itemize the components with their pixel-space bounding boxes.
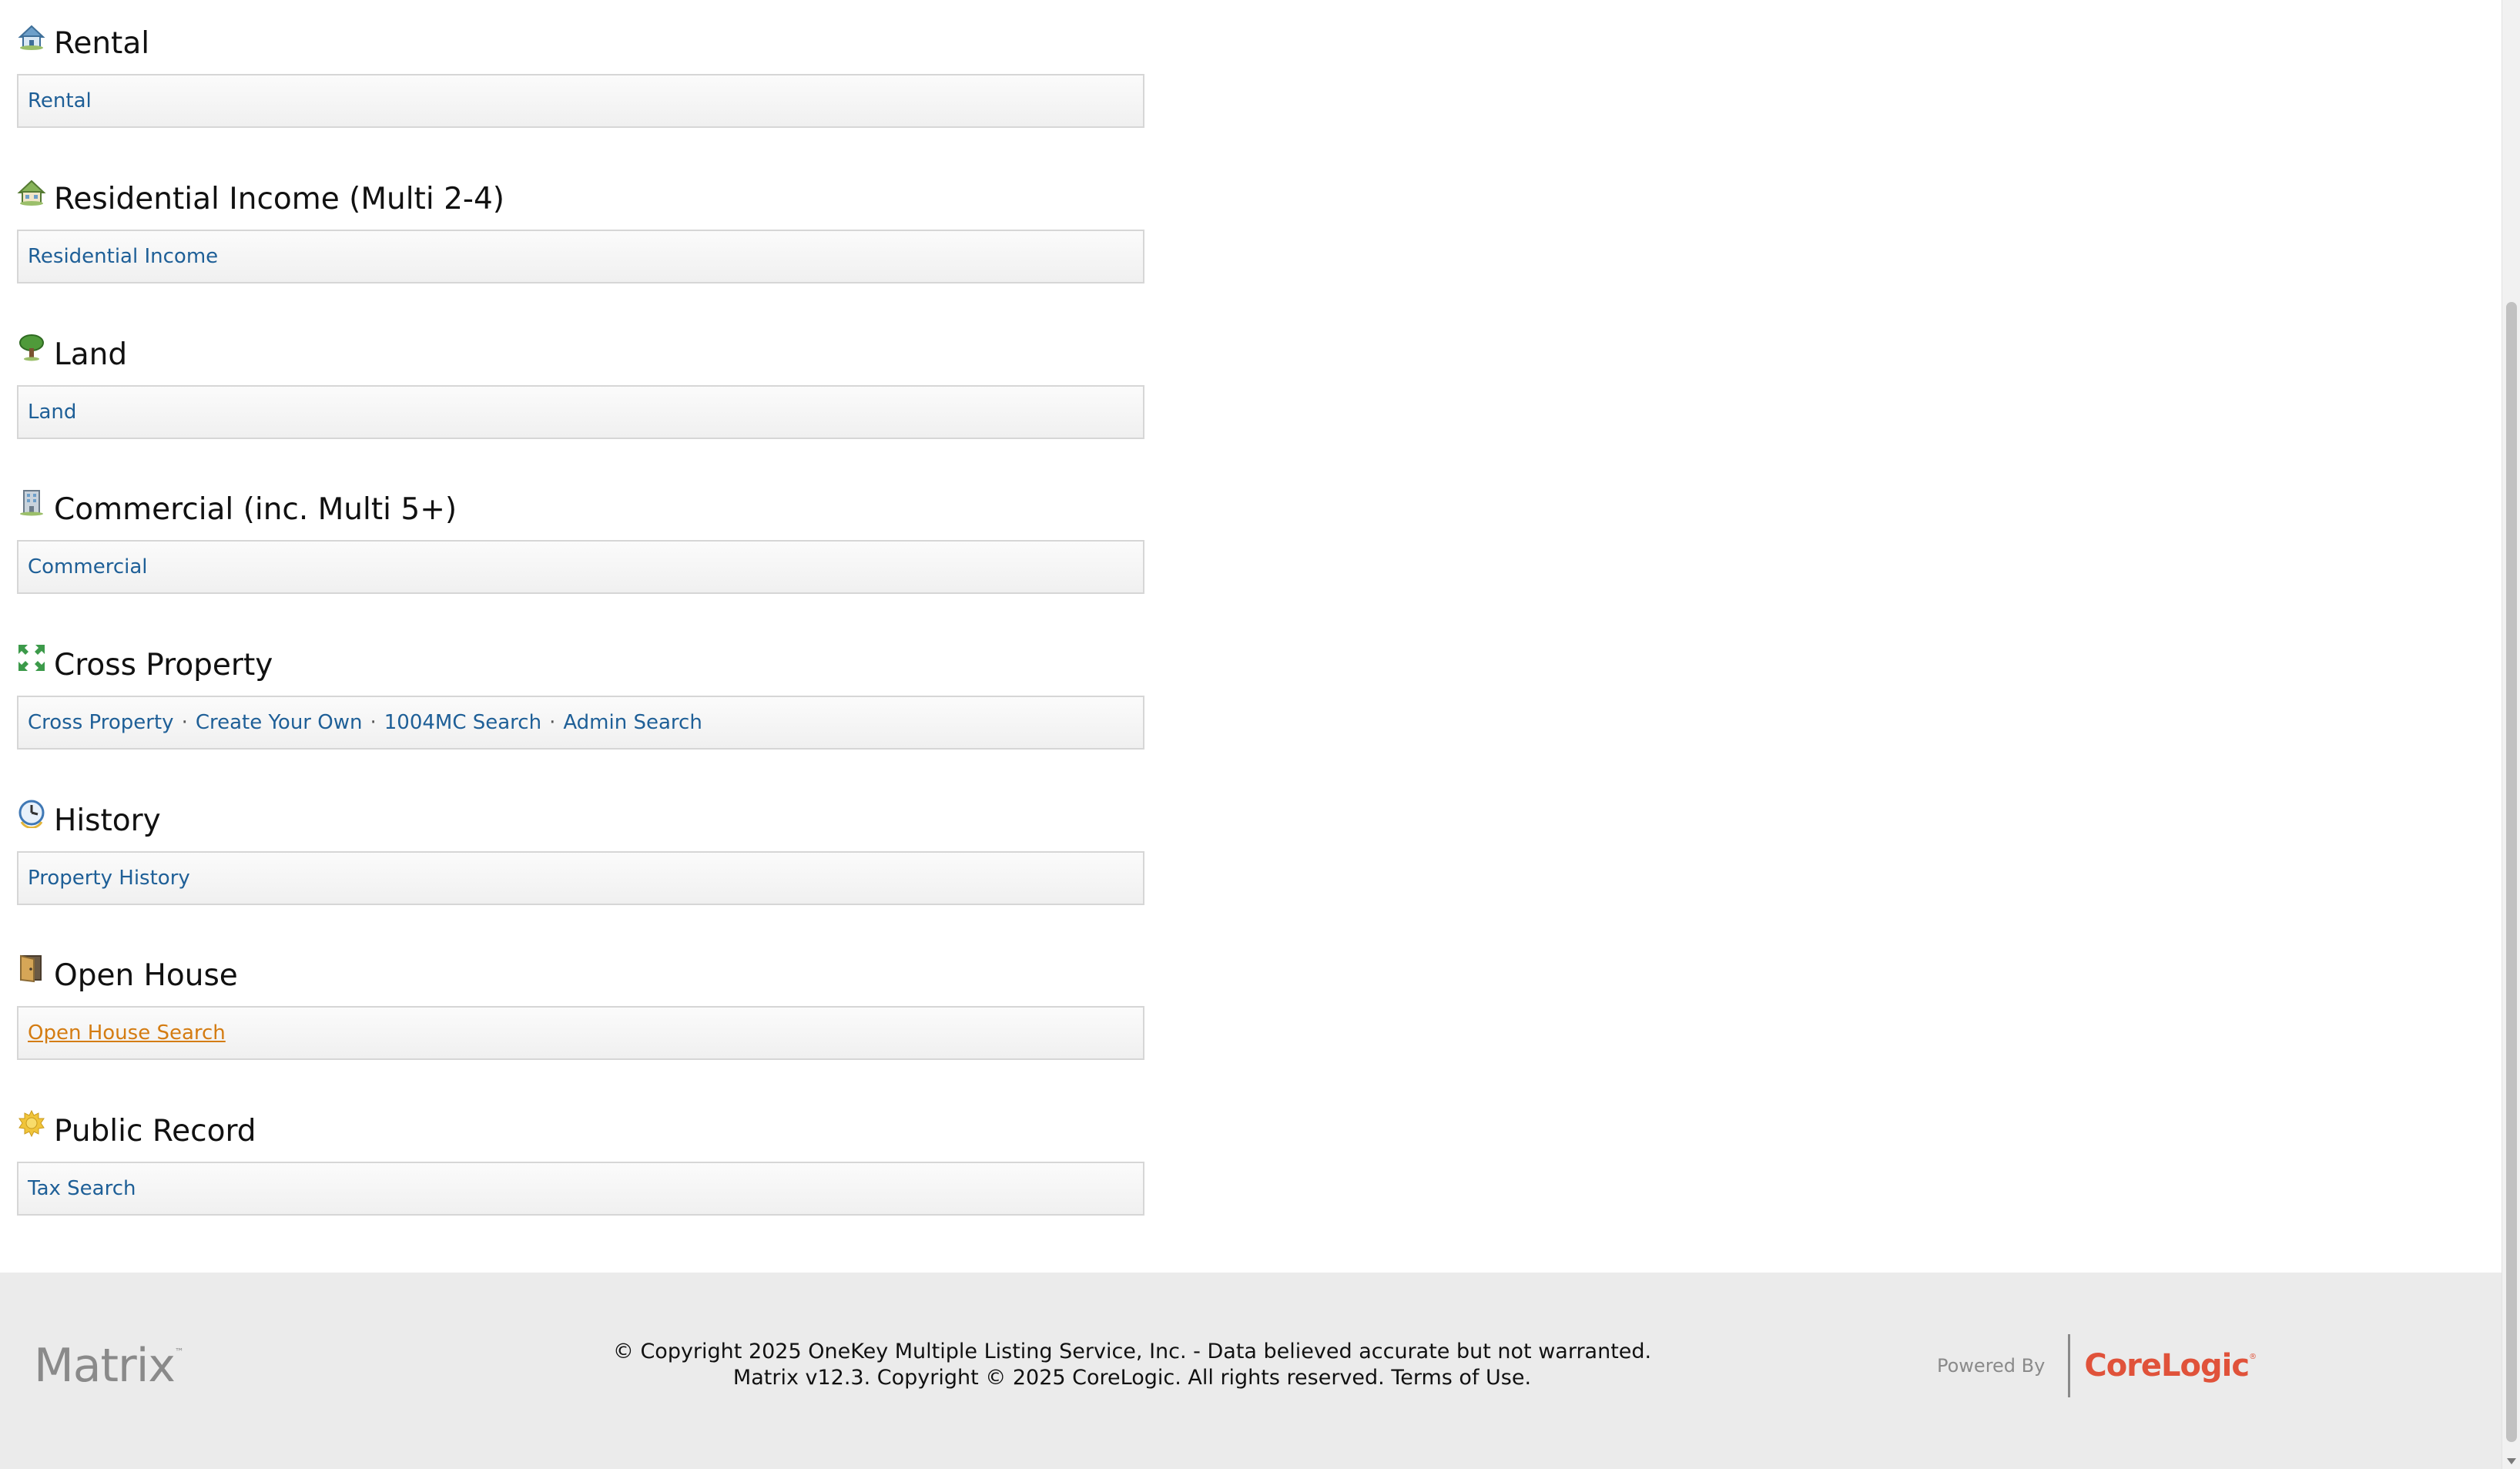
section-title: History: [54, 803, 161, 838]
property-history-link[interactable]: Property History: [28, 867, 190, 890]
trademark-mark: ™: [174, 1347, 184, 1357]
open-door-icon: [17, 954, 46, 983]
section-residential-income: Residential Income (Multi 2-4) Residenti…: [17, 173, 1144, 283]
building-icon: [17, 488, 46, 517]
seal-icon: [17, 1109, 46, 1139]
cross-property-search-link[interactable]: Cross Property: [28, 711, 174, 734]
rental-search-link[interactable]: Rental: [28, 89, 92, 112]
powered-by-label: Powered By: [1937, 1355, 2046, 1377]
section-header: Cross Property: [17, 639, 1144, 683]
section-title: Commercial (inc. Multi 5+): [54, 492, 457, 527]
section-header: Commercial (inc. Multi 5+): [17, 483, 1144, 528]
page: Rental Rental Residential Income (Multi …: [0, 0, 2520, 1469]
section-title: Land: [54, 337, 128, 372]
section-cross-property: Cross Property Cross Property · Create Y…: [17, 639, 1144, 750]
matrix-logo: Matrix™: [34, 1339, 184, 1393]
registered-mark: ®: [2249, 1353, 2257, 1361]
section-links-box: Rental: [17, 74, 1144, 128]
section-links-box: Open House Search: [17, 1006, 1144, 1060]
section-header: History: [17, 794, 1144, 839]
divider: [2068, 1334, 2071, 1397]
open-house-search-link[interactable]: Open House Search: [28, 1021, 226, 1045]
cross-property-arrows-icon: [17, 643, 46, 672]
copyright-line-2-text: Matrix v12.3. Copyright © 2025 CoreLogic…: [732, 1366, 1385, 1390]
powered-by-corelogic: Powered By CoreLogic®: [1937, 1334, 2257, 1397]
copyright-line-2: Matrix v12.3. Copyright © 2025 CoreLogic…: [478, 1365, 1787, 1391]
section-title: Public Record: [54, 1114, 256, 1149]
section-history: History Property History: [17, 794, 1144, 905]
section-title: Rental: [54, 26, 150, 61]
section-title: Residential Income (Multi 2-4): [54, 182, 504, 216]
matrix-logo-text: Matrix: [34, 1339, 176, 1393]
section-land: Land Land: [17, 328, 1144, 439]
scroll-down-arrow-icon[interactable]: [2507, 1458, 2516, 1464]
link-separator: ·: [549, 711, 556, 734]
residential-income-house-icon: [17, 177, 46, 206]
admin-search-link[interactable]: Admin Search: [563, 711, 702, 734]
section-links-box: Property History: [17, 851, 1144, 905]
1004mc-search-link[interactable]: 1004MC Search: [384, 711, 541, 734]
section-open-house: Open House Open House Search: [17, 949, 1144, 1060]
section-links-box: Land: [17, 385, 1144, 439]
section-header: Open House: [17, 949, 1144, 994]
section-header: Public Record: [17, 1105, 1144, 1149]
section-title: Cross Property: [54, 648, 273, 683]
land-search-link[interactable]: Land: [28, 401, 76, 424]
corelogic-logo: CoreLogic®: [2084, 1348, 2257, 1383]
footer: Matrix™ © Copyright 2025 OneKey Multiple…: [0, 1273, 2502, 1469]
tax-search-link[interactable]: Tax Search: [28, 1177, 136, 1200]
section-title: Open House: [54, 958, 238, 993]
residential-income-search-link[interactable]: Residential Income: [28, 245, 218, 268]
corelogic-logo-text: CoreLogic: [2084, 1348, 2250, 1383]
link-separator: ·: [370, 711, 377, 734]
copyright-notice: © Copyright 2025 OneKey Multiple Listing…: [478, 1339, 1787, 1391]
section-links-box: Cross Property · Create Your Own · 1004M…: [17, 696, 1144, 750]
scrollbar-thumb[interactable]: [2506, 302, 2517, 1442]
commercial-search-link[interactable]: Commercial: [28, 555, 148, 579]
link-separator: ·: [181, 711, 188, 734]
terms-of-use-link[interactable]: Terms of Use.: [1391, 1366, 1531, 1390]
section-links-box: Commercial: [17, 540, 1144, 594]
section-header: Residential Income (Multi 2-4): [17, 173, 1144, 217]
section-rental: Rental Rental: [17, 17, 1144, 128]
section-links-box: Residential Income: [17, 230, 1144, 283]
create-your-own-link[interactable]: Create Your Own: [196, 711, 363, 734]
rental-house-icon: [17, 22, 46, 51]
search-sections-list: Rental Rental Residential Income (Multi …: [0, 0, 2502, 1273]
section-commercial: Commercial (inc. Multi 5+) Commercial: [17, 483, 1144, 594]
section-header: Land: [17, 328, 1144, 373]
section-header: Rental: [17, 17, 1144, 62]
section-links-box: Tax Search: [17, 1162, 1144, 1216]
section-public-record: Public Record Tax Search: [17, 1105, 1144, 1216]
vertical-scrollbar[interactable]: [2502, 0, 2520, 1469]
tree-icon: [17, 333, 46, 362]
clock-icon: [17, 799, 46, 828]
copyright-line-1: © Copyright 2025 OneKey Multiple Listing…: [612, 1340, 1652, 1363]
